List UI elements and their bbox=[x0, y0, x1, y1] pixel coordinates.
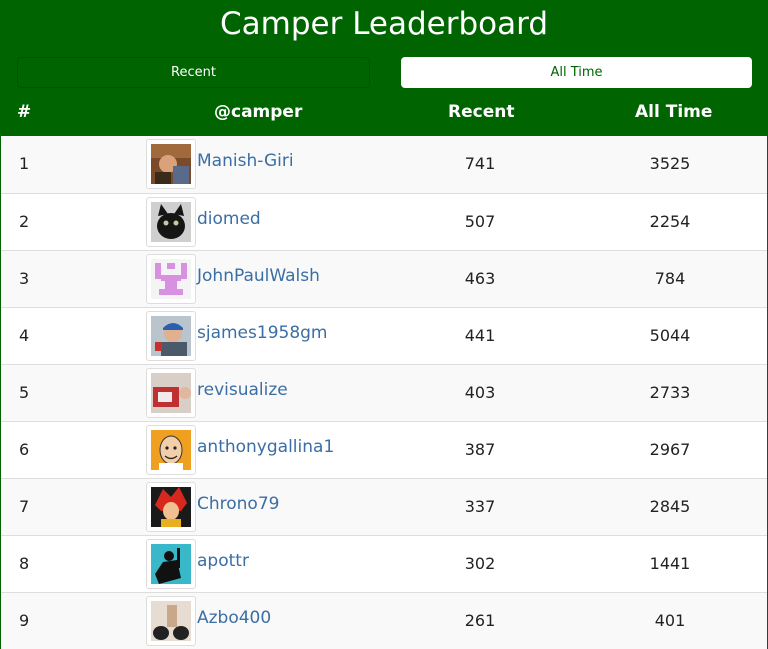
recent-points-cell: 387 bbox=[464, 440, 496, 459]
page-title: Camper Leaderboard bbox=[220, 6, 548, 42]
column-header-rank: # bbox=[17, 102, 32, 122]
camper-profile-link[interactable]: sjames1958gm bbox=[197, 323, 328, 343]
recent-points-cell: 261 bbox=[464, 611, 496, 630]
camper-profile-link[interactable]: anthonygallina1 bbox=[197, 437, 334, 457]
photo-man-avatar bbox=[151, 144, 191, 184]
rank-cell: 7 bbox=[19, 497, 30, 516]
avatar[interactable] bbox=[146, 596, 196, 646]
camper-profile-link[interactable]: Manish-Giri bbox=[197, 151, 294, 171]
alltime-points-cell: 1441 bbox=[649, 554, 691, 573]
table-row: 4 sjames1958gm 441 5044 bbox=[1, 307, 767, 364]
column-header-recent[interactable]: Recent bbox=[448, 98, 514, 126]
alltime-points-cell: 401 bbox=[654, 611, 686, 630]
table-row: 5 revisualize 403 2733 bbox=[1, 364, 767, 421]
cap-man-avatar bbox=[151, 316, 191, 356]
sort-recent-button[interactable]: Recent bbox=[17, 57, 370, 88]
leaderboard-table-body: 1 Manish-Giri 741 3525 2 diomed 507 2254… bbox=[1, 136, 767, 649]
avatar[interactable] bbox=[146, 368, 196, 418]
table-row: 2 diomed 507 2254 bbox=[1, 193, 767, 250]
avatar[interactable] bbox=[146, 254, 196, 304]
alltime-points-cell: 2254 bbox=[649, 212, 691, 231]
rank-cell: 9 bbox=[19, 611, 30, 630]
rank-cell: 6 bbox=[19, 440, 30, 459]
anime-red-hair-avatar bbox=[151, 487, 191, 527]
rank-cell: 2 bbox=[19, 212, 30, 231]
recent-points-cell: 337 bbox=[464, 497, 496, 516]
sort-alltime-button[interactable]: All Time bbox=[401, 57, 752, 88]
rank-cell: 5 bbox=[19, 383, 30, 402]
avatar[interactable] bbox=[146, 482, 196, 532]
alltime-points-cell: 2845 bbox=[649, 497, 691, 516]
leaderboard-header: Camper Leaderboard Recent All Time # @ca… bbox=[1, 0, 767, 136]
recent-points-cell: 507 bbox=[464, 212, 496, 231]
recent-points-cell: 441 bbox=[464, 326, 496, 345]
column-header-alltime[interactable]: All Time bbox=[635, 98, 712, 126]
camper-profile-link[interactable]: diomed bbox=[197, 209, 261, 229]
alltime-points-cell: 784 bbox=[654, 269, 686, 288]
avatar[interactable] bbox=[146, 139, 196, 189]
table-row: 7 Chrono79 337 2845 bbox=[1, 478, 767, 535]
black-cat-avatar bbox=[151, 202, 191, 242]
alltime-points-cell: 3525 bbox=[649, 154, 691, 173]
identicon-avatar bbox=[151, 259, 191, 299]
avatar[interactable] bbox=[146, 425, 196, 475]
avatar[interactable] bbox=[146, 539, 196, 589]
rank-cell: 3 bbox=[19, 269, 30, 288]
recent-points-cell: 741 bbox=[464, 154, 496, 173]
recent-points-cell: 302 bbox=[464, 554, 496, 573]
avatar[interactable] bbox=[146, 197, 196, 247]
alltime-points-cell: 2967 bbox=[649, 440, 691, 459]
camper-profile-link[interactable]: Chrono79 bbox=[197, 494, 279, 514]
table-row: 9 Azbo400 261 401 bbox=[1, 592, 767, 649]
camper-profile-link[interactable]: Azbo400 bbox=[197, 608, 271, 628]
rank-cell: 4 bbox=[19, 326, 30, 345]
camper-profile-link[interactable]: revisualize bbox=[197, 380, 288, 400]
recent-points-cell: 463 bbox=[464, 269, 496, 288]
alltime-points-cell: 2733 bbox=[649, 383, 691, 402]
table-header: # @camper Recent All Time bbox=[1, 98, 767, 126]
sign-photo-avatar bbox=[151, 373, 191, 413]
camper-profile-link[interactable]: apottr bbox=[197, 551, 249, 571]
table-row: 3 JohnPaulWalsh 463 784 bbox=[1, 250, 767, 307]
cartoon-man-avatar bbox=[151, 430, 191, 470]
column-header-camper: @camper bbox=[214, 102, 303, 122]
silhouette-teal-avatar bbox=[151, 544, 191, 584]
hands-photo-avatar bbox=[151, 601, 191, 641]
recent-points-cell: 403 bbox=[464, 383, 496, 402]
avatar[interactable] bbox=[146, 311, 196, 361]
table-row: 6 anthonygallina1 387 2967 bbox=[1, 421, 767, 478]
camper-profile-link[interactable]: JohnPaulWalsh bbox=[197, 266, 320, 286]
leaderboard-page: Camper Leaderboard Recent All Time # @ca… bbox=[0, 0, 768, 649]
rank-cell: 8 bbox=[19, 554, 30, 573]
alltime-points-cell: 5044 bbox=[649, 326, 691, 345]
table-row: 1 Manish-Giri 741 3525 bbox=[1, 136, 767, 193]
rank-cell: 1 bbox=[19, 154, 30, 173]
table-row: 8 apottr 302 1441 bbox=[1, 535, 767, 592]
